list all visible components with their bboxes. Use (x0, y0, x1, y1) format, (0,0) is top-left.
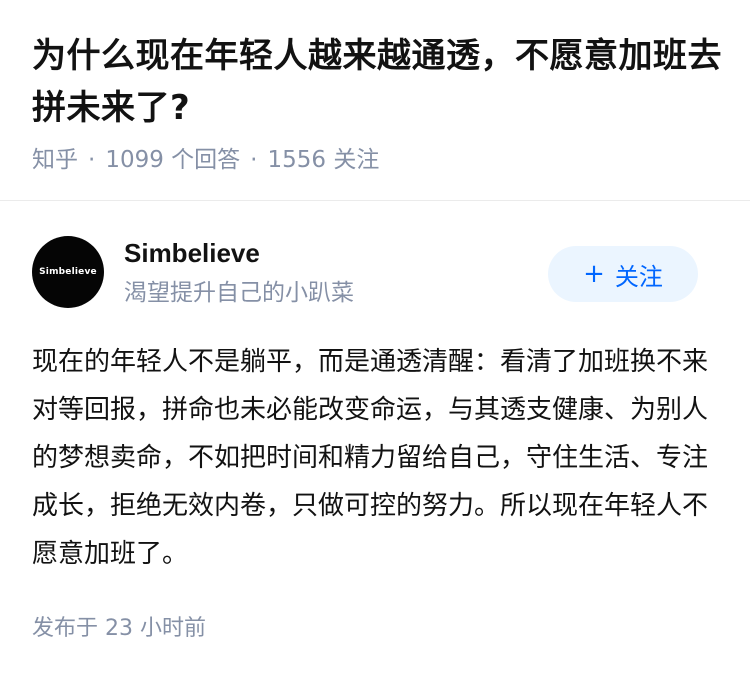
source-label[interactable]: 知乎 (32, 147, 78, 173)
question-meta: 知乎 · 1099 个回答 · 1556 关注 (32, 146, 379, 174)
author-bio: 渴望提升自己的小趴菜 (124, 280, 354, 306)
author-name[interactable]: Simbelieve (124, 236, 260, 270)
avatar[interactable]: Simbelieve (32, 236, 104, 308)
avatar-logo-text: Simbelieve (39, 267, 97, 277)
answer-content: 现在的年轻人不是躺平，而是通透清醒：看清了加班换不来对等回报，拼命也未必能改变命… (32, 347, 709, 569)
meta-separator: · (88, 147, 96, 173)
follower-count[interactable]: 1556 关注 (267, 147, 379, 173)
follow-button[interactable]: + 关注 (548, 246, 698, 302)
plus-icon: + (583, 259, 605, 289)
answer-count[interactable]: 1099 个回答 (105, 147, 240, 173)
question-header: 为什么现在年轻人越来越通透，不愿意加班去拼未来了? (32, 30, 732, 134)
section-divider (0, 200, 750, 201)
publish-time: 发布于 23 小时前 (32, 616, 206, 641)
meta-separator: · (250, 147, 258, 173)
question-title[interactable]: 为什么现在年轻人越来越通透，不愿意加班去拼未来了? (32, 30, 732, 134)
follow-label: 关注 (614, 262, 663, 291)
